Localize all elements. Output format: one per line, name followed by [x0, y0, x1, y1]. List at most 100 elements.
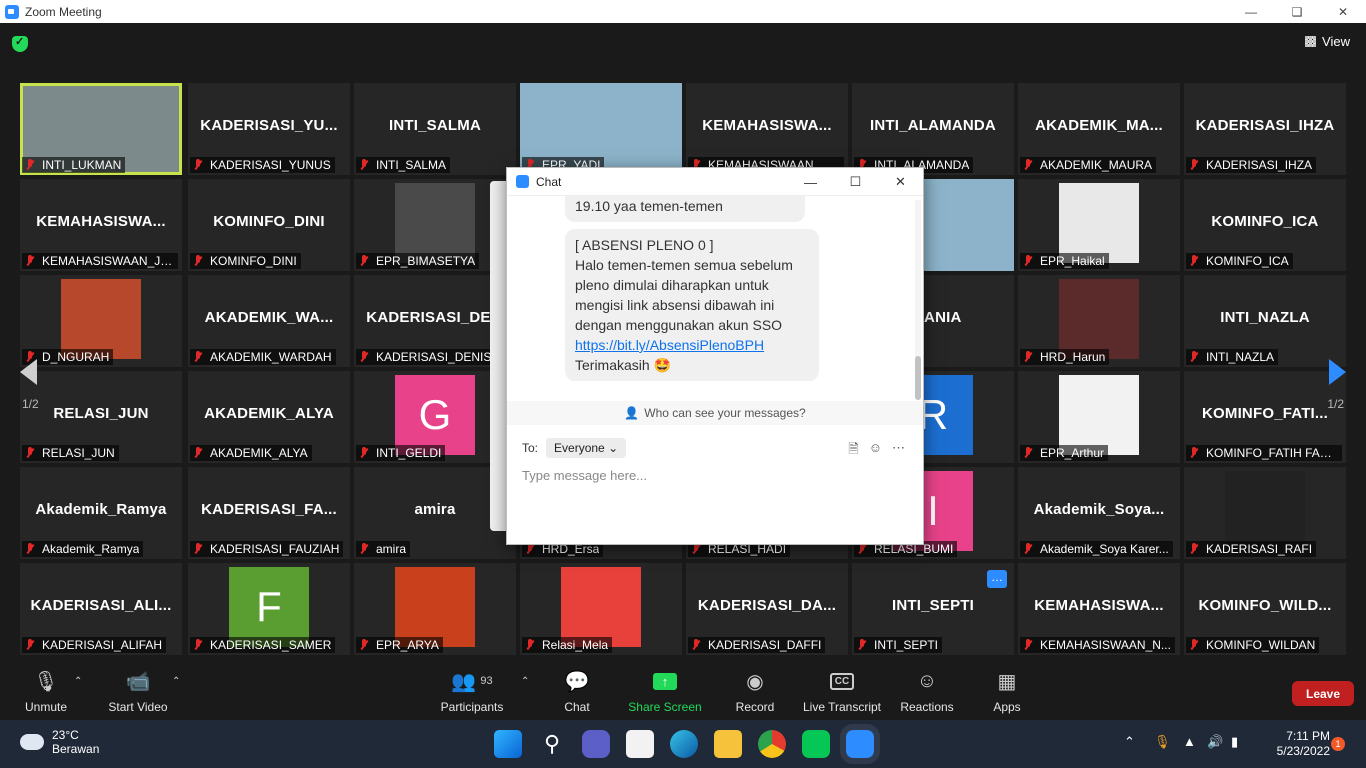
chat-minimize-button[interactable]: —	[788, 168, 833, 196]
emoji-icon[interactable]: ☺	[869, 440, 882, 462]
muted-mic-icon	[358, 159, 370, 171]
previous-page-arrow-icon[interactable]	[20, 359, 37, 385]
recipient-select[interactable]: Everyone ⌄	[546, 438, 627, 458]
weather-widget[interactable]: 23°C Berawan	[20, 728, 99, 756]
weather-condition: Berawan	[52, 742, 100, 756]
participant-tile[interactable]: KOMINFO_DINI KOMINFO_DINI	[188, 179, 350, 271]
minimize-button[interactable]: —	[1228, 0, 1274, 23]
recipient-value: Everyone	[554, 441, 605, 455]
participant-tile[interactable]: KEMAHASISWA... KEMAHASISWAAN_RA...	[686, 83, 848, 175]
participant-name-display: INTI_ALAMANDA	[870, 117, 996, 134]
participant-tile[interactable]: INTI_ALAMANDA INTI_ALAMANDA	[852, 83, 1014, 175]
message-input[interactable]: Type message here...	[522, 468, 647, 483]
participant-label: KADERISASI_FAUZIAH	[190, 541, 344, 557]
chat-button[interactable]: 💬 Chat	[555, 668, 599, 715]
store-icon[interactable]	[626, 730, 654, 758]
participant-label: AKADEMIK_WARDAH	[190, 349, 336, 365]
muted-mic-icon	[24, 255, 36, 267]
file-explorer-icon[interactable]	[714, 730, 742, 758]
tile-more-options-icon[interactable]: …	[987, 570, 1007, 588]
participant-tile[interactable]: KADERISASI_FA... KADERISASI_FAUZIAH	[188, 467, 350, 559]
who-can-see-text: Who can see your messages?	[644, 406, 806, 420]
chat-message-line: mengisi link absensi dibawah ini	[575, 297, 775, 313]
to-label: To:	[522, 441, 539, 455]
participant-tile[interactable]: Akademik_Ramya Akademik_Ramya	[20, 467, 182, 559]
participant-tile[interactable]: EPR_Arthur	[1018, 371, 1180, 463]
file-icon[interactable]: 🗎	[848, 440, 858, 462]
chat-message-line: Halo temen-temen semua sebelum	[575, 257, 793, 273]
participant-tile[interactable]: INTI_SALMA INTI_SALMA	[354, 83, 516, 175]
live-transcript-button[interactable]: CC Live Transcript	[802, 668, 882, 714]
chat-scrollbar[interactable]	[915, 200, 921, 400]
line-app-icon[interactable]	[802, 730, 830, 758]
participants-label: Participants	[440, 700, 504, 714]
record-button[interactable]: ◉ Record	[732, 668, 778, 715]
teams-chat-icon[interactable]	[582, 730, 610, 758]
chat-message-line: Terimakasih 🤩	[575, 357, 672, 373]
encryption-shield-icon[interactable]	[12, 35, 28, 52]
who-can-see-link[interactable]: 👤 Who can see your messages?	[507, 401, 923, 425]
microphone-icon[interactable]: 🎙	[1154, 734, 1171, 750]
participant-tile[interactable]: KEMAHASISWA... KEMAHASISWAAN_JIZ...	[20, 179, 182, 271]
participant-tile[interactable]: KOMINFO_WILD... KOMINFO_WILDAN	[1184, 563, 1346, 655]
participant-label: KADERISASI_YUNUS	[190, 157, 335, 173]
search-icon[interactable]: ⚲	[538, 730, 566, 758]
participant-tile[interactable]: EPR_YADI	[520, 83, 682, 175]
speaker-icon[interactable]: 🔊	[1207, 734, 1223, 750]
participant-tile[interactable]: RELASI_JUN RELASI_JUN	[20, 371, 182, 463]
share-screen-button[interactable]: ↑ Share Screen	[628, 668, 702, 714]
participant-tile[interactable]: AKADEMIK_WA... AKADEMIK_WARDAH	[188, 275, 350, 367]
participant-tile[interactable]: EPR_Haikal	[1018, 179, 1180, 271]
participant-tile[interactable]: KADERISASI_RAFI	[1184, 467, 1346, 559]
chat-scrollbar-thumb[interactable]	[915, 356, 921, 400]
reactions-button[interactable]: ☺ Reactions	[900, 668, 954, 715]
participant-tile[interactable]: INTI_LUKMAN	[20, 83, 182, 175]
participant-tile[interactable]: KADERISASI_IHZA KADERISASI_IHZA	[1184, 83, 1346, 175]
participant-tile[interactable]: AKADEMIK_ALYA AKADEMIK_ALYA	[188, 371, 350, 463]
apps-button[interactable]: ▦ Apps	[990, 668, 1024, 715]
more-icon[interactable]: ⋯	[892, 440, 905, 462]
show-hidden-icons-chevron-icon[interactable]: ⌃	[1124, 734, 1135, 750]
participant-tile[interactable]: AKADEMIK_MA... AKADEMIK_MAURA	[1018, 83, 1180, 175]
participant-tile[interactable]: D_NGURAH	[20, 275, 182, 367]
muted-mic-icon: 🎙	[33, 670, 59, 693]
participant-tile[interactable]: KADERISASI_YU... KADERISASI_YUNUS	[188, 83, 350, 175]
participant-tile[interactable]: HRD_Harun	[1018, 275, 1180, 367]
participants-caret-icon[interactable]: ⌃	[521, 676, 529, 687]
participant-tile[interactable]: INTI_NAZLA INTI_NAZLA	[1184, 275, 1346, 367]
participant-tile[interactable]: KOMINFO_ICA KOMINFO_ICA	[1184, 179, 1346, 271]
participant-tile[interactable]: KADERISASI_DA... KADERISASI_DAFFI	[686, 563, 848, 655]
participant-label-text: KOMINFO_DINI	[210, 254, 297, 268]
restore-button[interactable]: ❑	[1274, 0, 1320, 23]
battery-icon[interactable]: ▮	[1231, 734, 1238, 750]
participant-name-display: Akademik_Soya...	[1033, 501, 1165, 518]
notification-badge[interactable]: 1	[1331, 737, 1345, 751]
participants-button[interactable]: 👥 93 Participants	[436, 668, 508, 715]
participant-tile[interactable]: Akademik_Soya... Akademik_Soya Karer...	[1018, 467, 1180, 559]
audio-options-caret-icon[interactable]: ⌃	[74, 676, 82, 687]
participant-tile[interactable]: KOMINFO_FATI... KOMINFO_FATIH FAD...	[1184, 371, 1346, 463]
system-clock[interactable]: 7:11 PM 5/23/2022	[1277, 729, 1330, 759]
video-options-caret-icon[interactable]: ⌃	[172, 676, 180, 687]
absensi-link[interactable]: https://bit.ly/AbsensiPlenoBPH	[575, 337, 764, 353]
participant-tile[interactable]: KADERISASI_ALI... KADERISASI_ALIFAH	[20, 563, 182, 655]
chat-maximize-button[interactable]: ☐	[833, 168, 878, 196]
start-button-icon[interactable]	[494, 730, 522, 758]
unmute-button[interactable]: 🎙 Unmute	[18, 668, 74, 715]
wifi-icon[interactable]: ▲	[1183, 734, 1196, 749]
zoom-taskbar-icon[interactable]	[840, 724, 880, 764]
record-icon: ◉	[746, 670, 764, 693]
next-page-arrow-icon[interactable]	[1329, 359, 1346, 385]
participant-tile[interactable]: KEMAHASISWA... KEMAHASISWAAN_N...	[1018, 563, 1180, 655]
chat-close-button[interactable]: ✕	[878, 168, 923, 196]
edge-icon[interactable]	[670, 730, 698, 758]
participant-tile[interactable]: Relasi_Mela	[520, 563, 682, 655]
close-button[interactable]: ✕	[1320, 0, 1366, 23]
leave-button[interactable]: Leave	[1292, 681, 1354, 706]
start-video-button[interactable]: 📹 Start Video	[104, 668, 172, 715]
chrome-icon[interactable]	[758, 730, 786, 758]
participant-tile[interactable]: F KADERISASI_SAMER	[188, 563, 350, 655]
participant-tile[interactable]: EPR_ARYA	[354, 563, 516, 655]
participant-label: EPR_Haikal	[1020, 253, 1109, 269]
view-button[interactable]: View	[1305, 34, 1350, 49]
